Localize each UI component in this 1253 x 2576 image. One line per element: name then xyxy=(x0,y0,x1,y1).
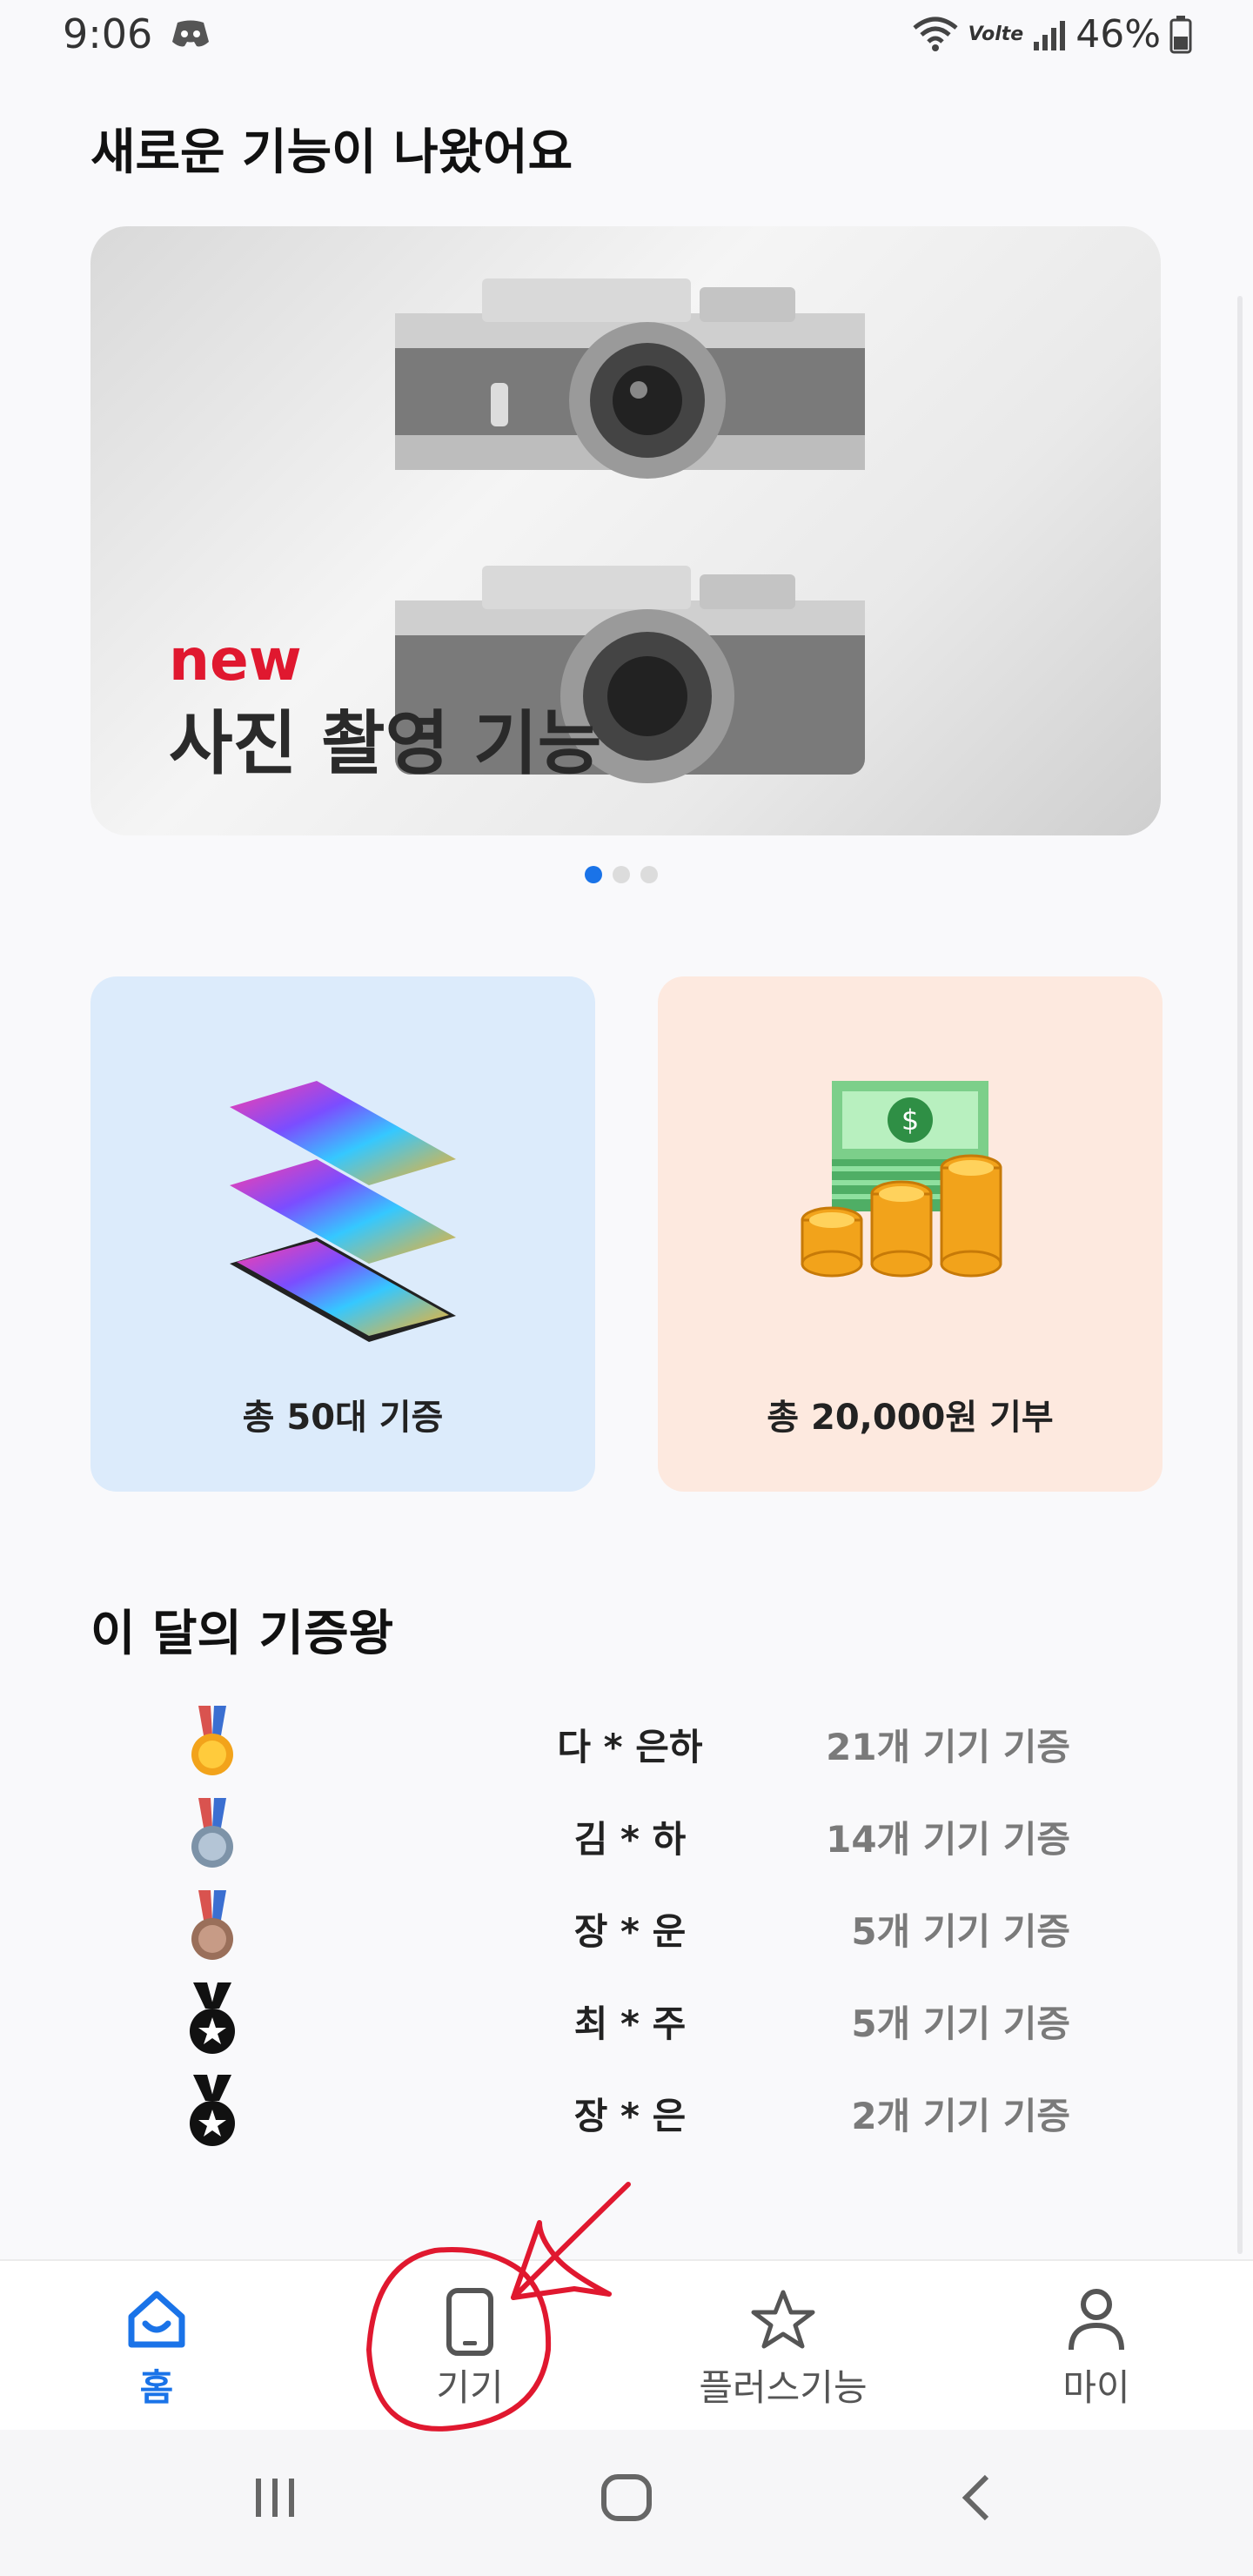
system-navigation-bar xyxy=(0,2430,1253,2576)
nav-home-label: 홈 xyxy=(139,2366,174,2409)
battery-icon xyxy=(1169,15,1192,53)
ranking-name: 최 * 주 xyxy=(573,2002,687,2045)
home-icon xyxy=(128,2291,185,2348)
nav-home[interactable]: 홈 xyxy=(0,2261,313,2432)
ranking-count: 5개 기기 기증 xyxy=(851,1910,1070,1953)
bottom-navigation: 홈 기기 플러스기능 마이 xyxy=(0,2259,1253,2432)
carousel-dot-1[interactable] xyxy=(585,866,602,883)
silver-medal-icon xyxy=(191,1798,233,1868)
banner-new-tag: new xyxy=(169,627,302,694)
camera-image-top xyxy=(395,278,865,479)
wifi-icon xyxy=(913,17,958,51)
scrollbar[interactable] xyxy=(1237,296,1243,2254)
ranking-title: 이 달의 기증왕 xyxy=(90,1606,394,1662)
ranking-name: 장 * 운 xyxy=(573,1910,687,1953)
star-medal-icon xyxy=(190,2075,235,2146)
ranking-name: 다 * 은하 xyxy=(557,1726,703,1768)
carousel-dot-2[interactable] xyxy=(613,866,630,883)
ranking-row[interactable]: 장 * 운 5개 기기 기증 xyxy=(90,1890,1161,1977)
star-medal-icon xyxy=(190,1982,235,2054)
nav-devices[interactable]: 기기 xyxy=(313,2261,626,2432)
money-donated-card[interactable]: $ 총 20,000원 기부 xyxy=(658,976,1163,1492)
status-bar: 9:06 Volte 46% xyxy=(0,0,1253,78)
ranking-name: 장 * 은 xyxy=(573,2095,687,2137)
status-time: 9:06 xyxy=(63,10,153,57)
money-coins-icon: $ xyxy=(801,1081,1002,1278)
recent-apps-icon[interactable] xyxy=(251,2470,299,2526)
ranking-name: 김 * 하 xyxy=(573,1818,687,1861)
banner-title: 사진 촬영 기능 xyxy=(169,703,602,784)
feature-banner[interactable]: new 사진 촬영 기능 xyxy=(90,226,1161,835)
battery-percent: 46% xyxy=(1075,12,1161,57)
nav-plus-features-label: 플러스기능 xyxy=(699,2366,868,2409)
gold-medal-icon xyxy=(191,1706,233,1775)
devices-donated-label: 총 50대 기증 xyxy=(242,1398,444,1438)
ranking-row[interactable]: 최 * 주 5개 기기 기증 xyxy=(90,1982,1161,2070)
nav-devices-label: 기기 xyxy=(436,2366,504,2409)
svg-text:$: $ xyxy=(901,1104,919,1137)
volte-indicator: Volte xyxy=(968,23,1024,45)
ranking-count: 2개 기기 기증 xyxy=(851,2095,1070,2137)
person-icon xyxy=(1069,2289,1124,2351)
star-icon xyxy=(751,2290,815,2349)
home-button-icon[interactable] xyxy=(599,2470,654,2526)
money-donated-label: 총 20,000원 기부 xyxy=(767,1398,1054,1438)
ranking-count: 21개 기기 기증 xyxy=(826,1726,1070,1768)
status-icons: Volte 46% xyxy=(911,12,1192,57)
discord-icon xyxy=(172,20,209,47)
carousel-dot-3[interactable] xyxy=(640,866,658,883)
phone-icon xyxy=(446,2288,493,2356)
ranking-row[interactable]: 다 * 은하 21개 기기 기증 xyxy=(90,1706,1161,1793)
phones-stack-icon xyxy=(230,1081,456,1342)
nav-my-label: 마이 xyxy=(1062,2366,1130,2409)
devices-donated-card[interactable]: 총 50대 기증 xyxy=(90,976,595,1492)
ranking-row[interactable]: 장 * 은 2개 기기 기증 xyxy=(90,2075,1161,2162)
ranking-count: 14개 기기 기증 xyxy=(826,1818,1070,1861)
signal-icon xyxy=(1034,20,1066,50)
ranking-count: 5개 기기 기증 xyxy=(851,2002,1070,2045)
carousel-indicator xyxy=(585,866,658,883)
ranking-row[interactable]: 김 * 하 14개 기기 기증 xyxy=(90,1798,1161,1885)
back-icon[interactable] xyxy=(957,2470,995,2526)
bronze-medal-icon xyxy=(191,1890,233,1960)
nav-plus-features[interactable]: 플러스기능 xyxy=(626,2261,940,2432)
nav-my[interactable]: 마이 xyxy=(940,2261,1253,2432)
new-features-title: 새로운 기능이 나왔어요 xyxy=(90,124,573,181)
